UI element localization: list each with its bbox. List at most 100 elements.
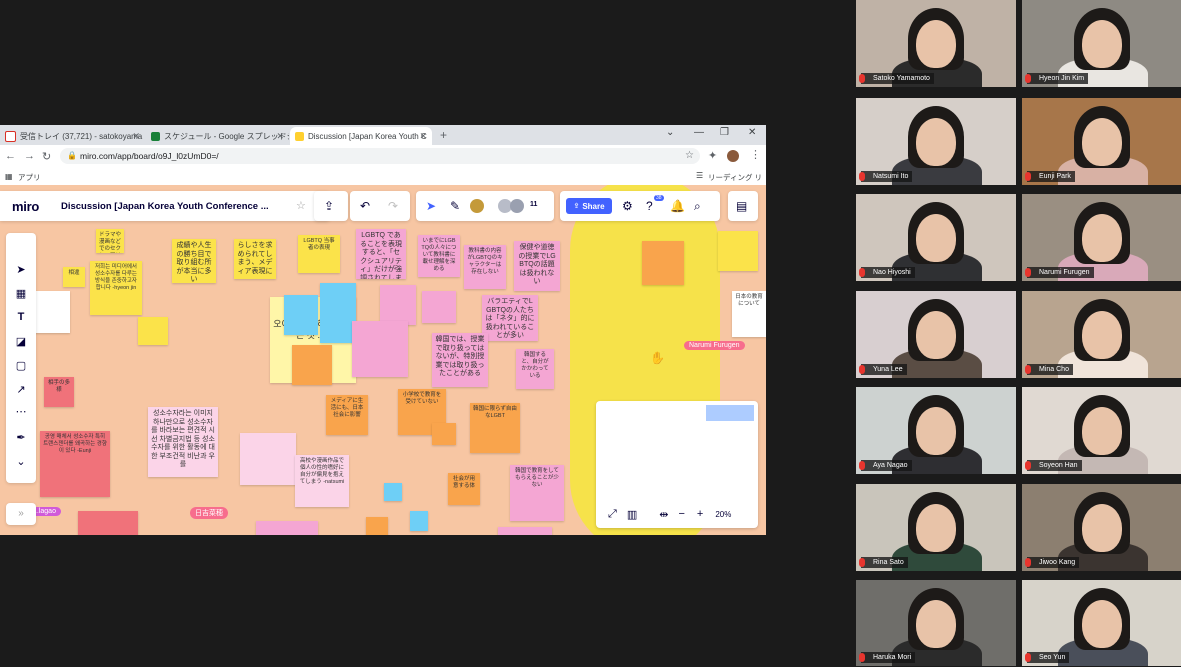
expand-icon[interactable]: ⌄ — [6, 455, 36, 468]
search-icon[interactable]: ⌕ — [694, 199, 701, 214]
reactions-icon[interactable]: ✎ — [450, 199, 460, 213]
url-field[interactable]: 🔒 miro.com/app/board/o9J_l0zUmD0=/ ☆ — [60, 148, 700, 164]
sticky-note[interactable]: いまでにLGBTQの人々について教科書に載せ理解を深める — [418, 235, 460, 277]
video-tile[interactable]: Natsumi Ito — [856, 98, 1016, 185]
sticky-note[interactable] — [498, 527, 552, 535]
video-tile[interactable]: Nao Hiyoshi — [856, 194, 1016, 281]
connector-icon[interactable]: ↗ — [6, 383, 36, 396]
list-icon[interactable]: ▤ — [736, 199, 747, 213]
sticky-note[interactable]: バラエティでLGBTQの人たちは「ネタ」的に扱われていることが多い — [482, 295, 538, 341]
select-icon[interactable]: ➤ — [6, 263, 36, 276]
cursor-visibility-icon[interactable]: ➤ — [426, 199, 436, 213]
collaborator-count[interactable]: 11 — [530, 201, 537, 208]
close-tab-icon[interactable]: ✕ — [276, 131, 284, 142]
sticky-note[interactable] — [410, 511, 428, 531]
sticky-note[interactable]: 韓国では、授業で取り扱ってはないが、特別授業では取り扱ったことがある — [432, 333, 488, 387]
tab-gmail[interactable]: 受信トレイ (37,721) - satokoyama ✕ — [0, 127, 145, 145]
sticky-note[interactable]: 相手の多様 — [44, 377, 74, 407]
sticky-note[interactable]: ドラマや漫画などでのセクシュアリティ — [96, 229, 124, 253]
board-title[interactable]: Discussion [Japan Korea Youth Conference… — [61, 201, 269, 212]
redo-icon[interactable]: ↷ — [388, 199, 398, 213]
sticky-note[interactable] — [352, 321, 408, 377]
bell-icon[interactable]: 🔔 — [670, 199, 685, 213]
more-tools-icon[interactable]: ⋯ — [6, 405, 36, 418]
back-icon[interactable]: ← — [5, 150, 16, 162]
bookmark-star-icon[interactable]: ☆ — [685, 150, 694, 161]
zoom-level[interactable]: 20% — [715, 510, 731, 519]
shape-icon[interactable]: ▢ — [6, 359, 36, 372]
sticky-note-icon[interactable]: ◪ — [6, 335, 36, 348]
undo-icon[interactable]: ↶ — [360, 199, 370, 213]
minimap[interactable]: ⤢ ▥ ⇹ − + 20% — [596, 401, 758, 528]
collapse-panel-icon[interactable]: » — [6, 503, 36, 525]
video-tile[interactable]: Narumi Furugen — [1022, 194, 1181, 281]
apps-grid-icon[interactable]: ▦ — [5, 172, 13, 181]
sticky-note[interactable]: 保健や道徳の授業でLGBTQの話題は扱われない — [514, 241, 560, 291]
miro-board-canvas[interactable]: ドラマや漫画などでのセクシュアリティ 相違 저희는 미디어에서 성소수자를 다루… — [0, 185, 766, 535]
fullscreen-icon[interactable]: ⤢ — [608, 508, 617, 521]
video-tile[interactable]: Seo Yun — [1022, 580, 1181, 666]
sticky-note[interactable]: 韓国で教育をしてもらえることが少ない — [510, 465, 564, 521]
sticky-note[interactable]: らしさを求められてしまう、メディア表現に — [234, 239, 276, 279]
settings-sliders-icon[interactable]: ⚙ — [622, 199, 633, 213]
video-tile[interactable]: Soyeon Han — [1022, 387, 1181, 474]
video-tile[interactable]: Haruka Mori — [856, 580, 1016, 666]
sticky-note[interactable]: 高校や漫画作品で個人の性的嗜好に自分が偏見を抱えてしまう -natsumi — [295, 455, 349, 507]
minimize-button[interactable]: — — [694, 127, 704, 138]
close-tab-icon[interactable]: ✕ — [419, 131, 427, 142]
zoom-in-icon[interactable]: + — [697, 508, 703, 520]
sticky-note[interactable] — [240, 433, 296, 485]
sticky-note[interactable]: LGBTQ 当事者の表現 — [298, 235, 340, 273]
sticky-note[interactable] — [380, 285, 416, 325]
fit-width-icon[interactable]: ⇹ — [659, 508, 668, 521]
video-tile[interactable]: Aya Nagao — [856, 387, 1016, 474]
profile-avatar[interactable] — [727, 150, 739, 162]
sticky-note[interactable] — [284, 295, 318, 335]
sticky-note[interactable]: 성소수자라는 이미지 하나만으로 성소수자를 바라보는 편견적 시선 차별금지법… — [148, 407, 218, 477]
sticky-note[interactable]: 韓国に限らず自由なLGBT — [470, 403, 520, 453]
sticky-note[interactable] — [718, 231, 758, 271]
video-tile[interactable]: Yuna Lee — [856, 291, 1016, 378]
video-tile[interactable]: Jiwoo Kang — [1022, 484, 1181, 571]
miro-logo[interactable]: miro — [12, 199, 39, 214]
help-icon[interactable]: ? — [646, 199, 653, 213]
sticky-note[interactable] — [384, 483, 402, 501]
close-window-button[interactable]: ✕ — [748, 127, 756, 138]
new-tab-button[interactable]: + — [440, 128, 447, 142]
sticky-note[interactable] — [422, 291, 456, 323]
share-button[interactable]: ⇪ Share — [566, 198, 612, 214]
reload-icon[interactable]: ↻ — [42, 150, 51, 163]
collaborator-avatar[interactable] — [510, 199, 524, 213]
close-tab-icon[interactable]: ✕ — [132, 131, 140, 142]
sticky-note[interactable]: LGBTQ であることを表現すると、「セクシュアリティ」だけが強調されてしまう — [356, 229, 406, 279]
sticky-note[interactable] — [642, 241, 684, 285]
star-icon[interactable]: ☆ — [296, 199, 306, 212]
map-icon[interactable]: ▥ — [627, 508, 637, 521]
tab-sheets[interactable]: スケジュール - Google スプレッドシート ✕ — [146, 127, 289, 145]
menu-icon[interactable]: ⋮ — [750, 148, 761, 161]
sticky-note[interactable]: 成績や人生の勝ち目で取り組む所が本当に多い — [172, 239, 216, 283]
extensions-icon[interactable]: ✦ — [708, 149, 717, 162]
sticky-note[interactable] — [366, 517, 388, 535]
upload-icon[interactable]: ⇪ — [324, 199, 334, 213]
sticky-note[interactable]: 相違 — [63, 267, 85, 287]
sticky-note[interactable] — [34, 291, 70, 333]
templates-icon[interactable]: ▦ — [6, 287, 36, 300]
sticky-note[interactable]: 저희는 미디어에서 성소수자를 다루는 방식을 존중하고자 합니다 -hyeon… — [90, 261, 142, 315]
sticky-note[interactable]: 日本の教育について — [732, 291, 766, 337]
sticky-note[interactable]: 教科書の内容がLGBTQのキャラクターは存在しない — [464, 245, 506, 289]
video-tile[interactable]: Mina Cho — [1022, 291, 1181, 378]
tab-search-icon[interactable]: ⌄ — [666, 127, 674, 138]
sticky-note[interactable]: 공영 매체서 성소수자 특히 트랜스젠더를 왜곡하는 경향이 있다 -Eunji — [40, 431, 110, 497]
video-tile[interactable]: Rina Sato — [856, 484, 1016, 571]
sticky-note[interactable] — [256, 521, 318, 535]
tab-miro[interactable]: Discussion [Japan Korea Youth C ✕ — [290, 127, 432, 145]
sticky-note[interactable] — [138, 317, 168, 345]
sticky-note[interactable] — [320, 283, 356, 343]
minimap-viewport[interactable] — [706, 405, 754, 421]
sticky-note[interactable]: メディアに生活にも、日本社会に影響 — [326, 395, 368, 435]
text-icon[interactable]: T — [6, 311, 36, 323]
sticky-note[interactable] — [292, 345, 332, 385]
video-tile[interactable]: Satoko Yamamoto — [856, 0, 1016, 87]
zoom-out-icon[interactable]: − — [678, 508, 684, 520]
